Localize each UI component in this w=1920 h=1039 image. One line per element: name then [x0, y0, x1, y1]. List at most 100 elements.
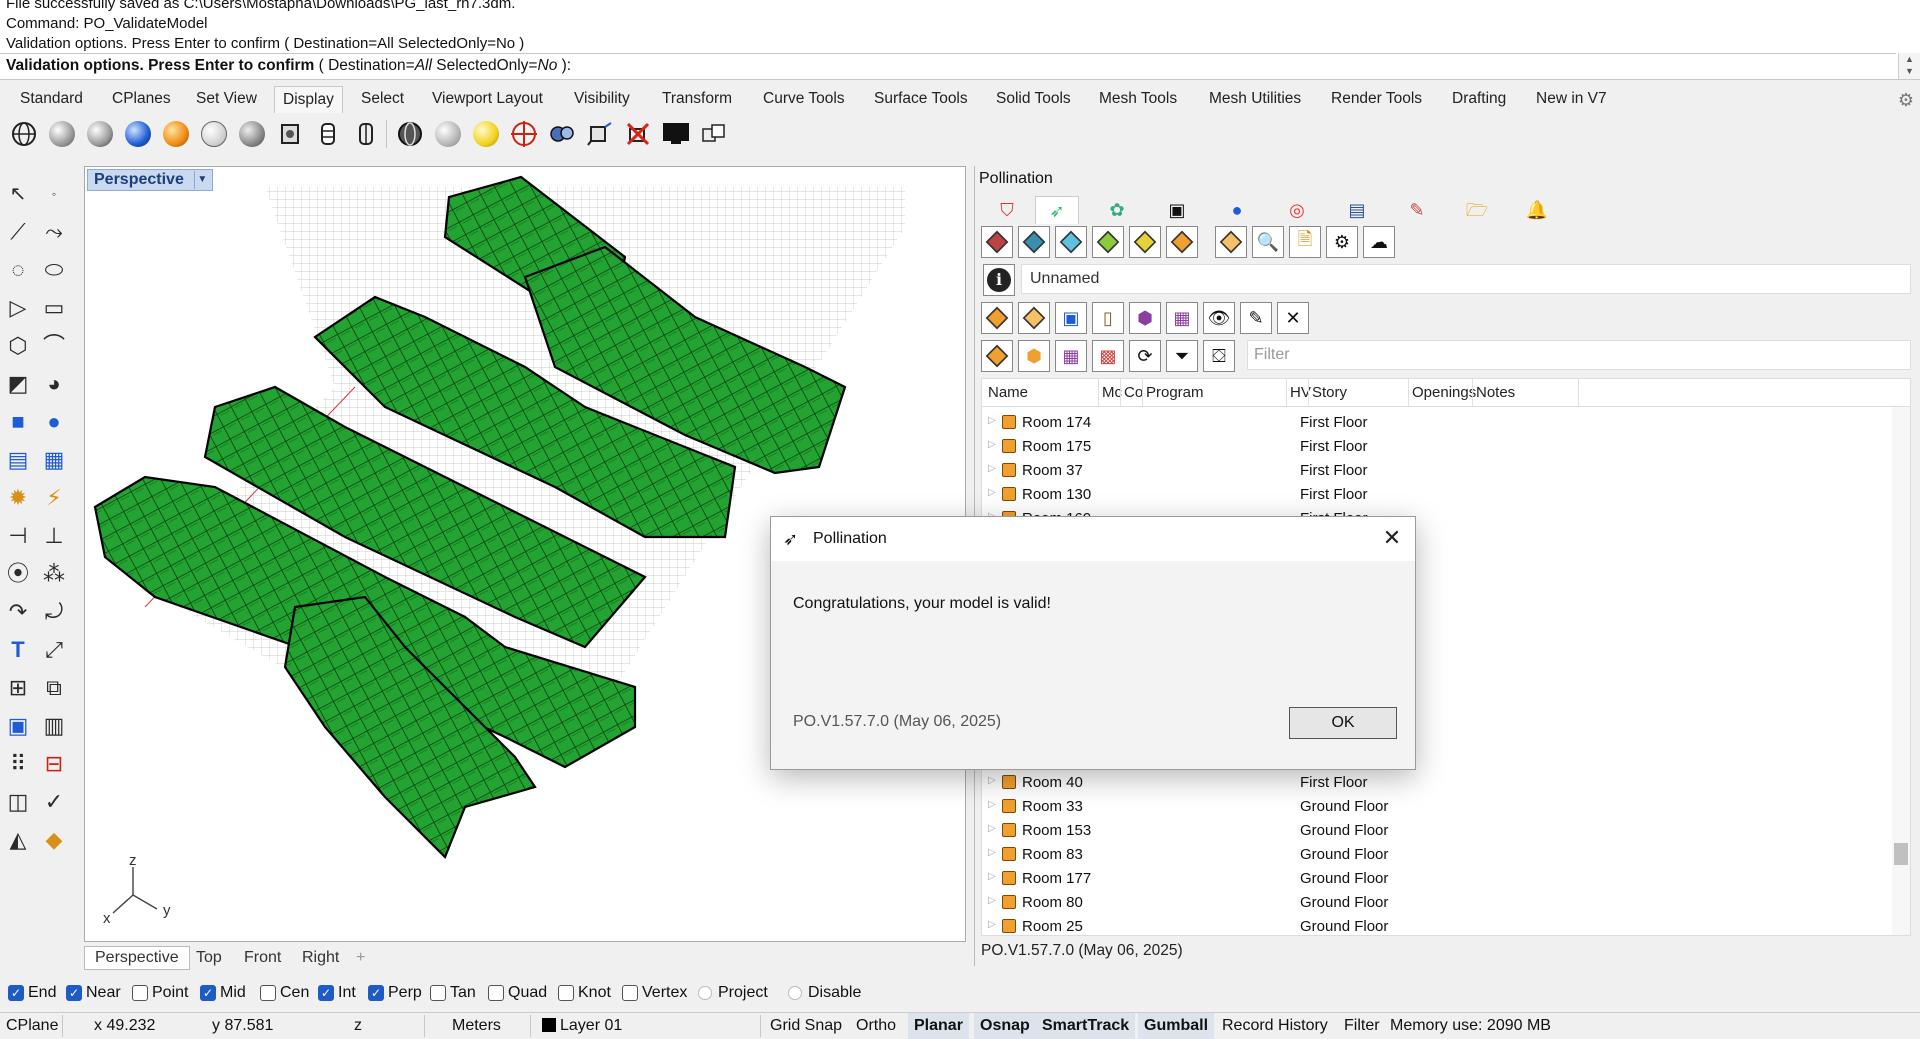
pollination-tab-icon[interactable]: ➶	[1035, 196, 1079, 224]
viewport-label[interactable]: Perspective ▼	[87, 169, 213, 191]
extrude-icon[interactable]: ▤	[2, 444, 34, 476]
table-row[interactable]: ▷ Room 177 Ground Floor	[982, 867, 1892, 891]
revolve-icon[interactable]: ◕	[38, 368, 70, 400]
tab-new-in-v7[interactable]: New in V7	[1536, 90, 1607, 108]
funnel-filter-icon[interactable]: ⏷	[1166, 340, 1198, 372]
clear-filter-icon[interactable]: ⛋	[1203, 340, 1235, 372]
split-icon[interactable]: ⊣	[2, 520, 34, 552]
array-icon[interactable]: ⊞	[2, 672, 34, 704]
dimension-icon[interactable]: ⤢	[38, 634, 70, 666]
status-units[interactable]: Meters	[446, 1013, 507, 1039]
status-osnap[interactable]: Osnap	[974, 1013, 1036, 1039]
gear-tool-icon[interactable]: ✹	[2, 482, 34, 514]
table-row[interactable]: ▷ Room 80 Ground Floor	[982, 891, 1892, 915]
notifications-tab-icon[interactable]: 🔔	[1515, 196, 1559, 224]
tab-curve-tools[interactable]: Curve Tools	[763, 90, 845, 108]
osnap-perp[interactable]: ✓ Perp	[368, 984, 422, 1002]
osnap-vertex[interactable]: Vertex	[622, 984, 687, 1002]
table-row[interactable]: ▷ Room 33 Ground Floor	[982, 795, 1892, 819]
view-eye-icon[interactable]: 👁	[1203, 302, 1235, 334]
add-aperture-icon[interactable]: ▣	[1055, 302, 1087, 334]
table-row[interactable]: ▷ Room 83 Ground Floor	[982, 843, 1892, 867]
table-row[interactable]: ▷ Room 25 Ground Floor	[982, 915, 1892, 935]
tab-set-view[interactable]: Set View	[196, 90, 257, 108]
aperture-icon[interactable]	[1055, 226, 1087, 258]
ok-button[interactable]: OK	[1289, 707, 1397, 739]
report-icon[interactable]: 🗎	[1289, 226, 1321, 258]
ground-plane-icon[interactable]	[584, 118, 616, 150]
lightning-icon[interactable]: ⚡	[38, 482, 70, 514]
edit-pencil-icon[interactable]: ✎	[1240, 302, 1272, 334]
osnap-project[interactable]: Project	[698, 984, 768, 1002]
shades-filter-icon[interactable]: ⬢	[1018, 340, 1050, 372]
col-name[interactable]: Name	[988, 384, 1028, 401]
prompt-destination-option[interactable]: All	[415, 57, 432, 74]
table-row[interactable]: ▷ Room 130 First Floor	[982, 483, 1892, 507]
vptab-perspective[interactable]: Perspective	[84, 946, 190, 970]
status-gumball[interactable]: Gumball	[1138, 1013, 1215, 1039]
status-layer[interactable]: Layer 01	[536, 1013, 628, 1039]
tab-surface-tools[interactable]: Surface Tools	[874, 90, 968, 108]
grid-array-icon[interactable]: ⠿	[2, 748, 34, 780]
tab-standard[interactable]: Standard	[20, 90, 83, 108]
vptab-front[interactable]: Front	[244, 949, 281, 967]
validate-icon[interactable]	[1215, 226, 1247, 258]
environment-tab-icon[interactable]: ◎	[1275, 196, 1319, 224]
curve-icon[interactable]: ⤳	[38, 216, 70, 248]
col-story[interactable]: Story	[1312, 384, 1347, 401]
cloud-icon[interactable]: ☁	[1363, 226, 1395, 258]
group-icon[interactable]: ⦿	[2, 558, 34, 590]
tab-transform[interactable]: Transform	[662, 90, 732, 108]
status-filter[interactable]: Filter	[1338, 1013, 1386, 1039]
add-room-plus-icon[interactable]	[1018, 302, 1050, 334]
status-record-history[interactable]: Record History	[1216, 1013, 1334, 1039]
blue-sphere-icon[interactable]	[122, 118, 154, 150]
textures-tab-icon[interactable]: ✎	[1395, 196, 1439, 224]
room-icon[interactable]	[1018, 226, 1050, 258]
layout-icon[interactable]: ⊟	[38, 748, 70, 780]
point-icon[interactable]: ◦	[38, 178, 70, 210]
table-row[interactable]: ▷ Room 153 Ground Floor	[982, 819, 1892, 843]
scrollbar-thumb[interactable]	[1894, 843, 1908, 865]
table-scrollbar[interactable]	[1892, 407, 1910, 935]
properties-tab-icon[interactable]: ⛉	[985, 196, 1029, 224]
tab-mesh-utilities[interactable]: Mesh Utilities	[1209, 90, 1301, 108]
col-openings[interactable]: Openings	[1412, 384, 1476, 401]
tab-display[interactable]: Display	[274, 86, 343, 113]
rectangle-icon[interactable]: ▭	[38, 292, 70, 324]
refresh-icon[interactable]: ⟳	[1129, 340, 1161, 372]
technical-view-icon[interactable]	[274, 118, 306, 150]
surface-icon[interactable]: ◩	[2, 368, 34, 400]
grey-sphere-icon[interactable]	[432, 118, 464, 150]
info-icon[interactable]: i	[983, 264, 1015, 296]
ungroup-icon[interactable]: ⁂	[38, 558, 70, 590]
box-solid-icon[interactable]: ■	[2, 406, 34, 438]
ghosted-sphere-icon[interactable]	[198, 118, 230, 150]
osnap-quad[interactable]: Quad	[488, 984, 547, 1002]
add-viewport-tab-icon[interactable]: +	[356, 949, 365, 967]
status-cplane[interactable]: CPlane	[0, 1013, 64, 1039]
trim-icon[interactable]: ⊥	[38, 520, 70, 552]
boolean-union-icon[interactable]: ●	[38, 406, 70, 438]
tab-viewport-layout[interactable]: Viewport Layout	[432, 90, 543, 108]
mesh-icon[interactable]: ▦	[38, 444, 70, 476]
table-row[interactable]: ▷ Room 175 First Floor	[982, 435, 1892, 459]
status-grid-snap[interactable]: Grid Snap	[764, 1013, 848, 1039]
close-icon[interactable]: ✕	[1379, 525, 1405, 551]
face-icon[interactable]	[1129, 226, 1161, 258]
gear-icon[interactable]: ⚙	[1898, 90, 1914, 111]
fillet-curve-icon[interactable]: ⌒	[38, 330, 70, 362]
box-objects-icon[interactable]	[698, 118, 730, 150]
camera-icon[interactable]	[546, 118, 578, 150]
tab-solid-tools[interactable]: Solid Tools	[996, 90, 1071, 108]
add-room-icon[interactable]	[981, 302, 1013, 334]
osnap-cen[interactable]: Cen	[260, 984, 309, 1002]
target-icon[interactable]	[508, 118, 540, 150]
add-door-icon[interactable]: ▯	[1092, 302, 1124, 334]
turn-off-icon[interactable]	[622, 118, 654, 150]
display-options-icon[interactable]	[394, 118, 426, 150]
arc-icon[interactable]: ▷	[2, 292, 34, 324]
tab-render-tools[interactable]: Render Tools	[1331, 90, 1422, 108]
mirror-icon[interactable]: ⧉	[38, 672, 70, 704]
model-icon[interactable]	[981, 226, 1013, 258]
